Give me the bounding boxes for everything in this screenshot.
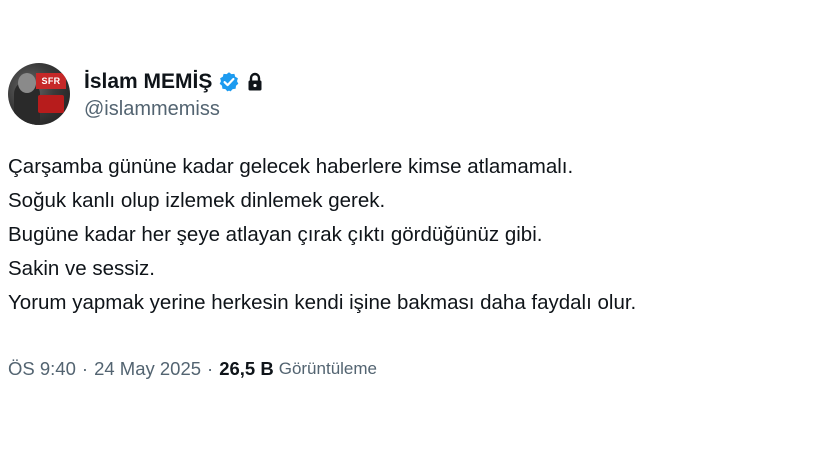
name-row: İslam MEMİŞ [84,68,263,96]
meta-separator: · [207,358,214,379]
tweet-time[interactable]: ÖS 9:40 [8,358,76,380]
tweet-text-line: Bugüne kadar her şeye atlayan çırak çıkt… [8,223,543,246]
avatar-sign: SFR [36,73,66,89]
tweet-text-line: Yorum yapmak yerine herkesin kendi işine… [8,291,637,314]
verified-badge-icon[interactable] [218,71,240,93]
tweet-text-line: Çarşamba gününe kadar gelecek haberlere … [8,155,574,178]
avatar-sign-shape [38,95,64,113]
avatar[interactable]: SFR [8,63,70,125]
avatar-head-shape [18,73,36,93]
view-count: 26,5 B [219,358,274,379]
tweet-text-line: Soğuk kanlı olup izlemek dinlemek gerek. [8,189,386,212]
display-name[interactable]: İslam MEMİŞ [84,70,212,94]
tweet-text-line: Sakin ve sessiz. [8,257,155,280]
tweet-header: SFR İslam MEMİŞ @islammemiss [8,62,263,126]
author-names: İslam MEMİŞ @islammemiss [84,68,263,121]
views-label: Görüntüleme [278,359,377,378]
tweet-meta: ÖS 9:40 · 24 May 2025 · 26,5 B Görüntüle… [8,358,377,380]
author-handle[interactable]: @islammemiss [84,98,263,121]
meta-separator: · [81,358,89,379]
tweet-text: Çarşamba gününe kadar gelecek haberlere … [8,150,813,320]
tweet-date[interactable]: 24 May 2025 [94,358,201,380]
lock-icon [247,72,263,92]
tweet-card: SFR İslam MEMİŞ @islammemiss Çarşamba gü… [0,0,820,461]
